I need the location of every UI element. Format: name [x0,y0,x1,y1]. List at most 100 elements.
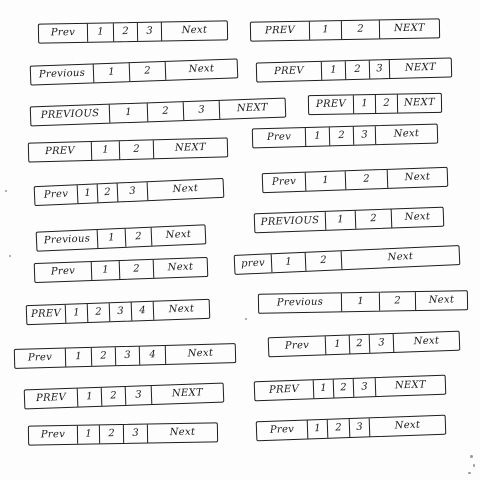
next-cell: Next [390,207,444,228]
next-cell: NEXT [378,19,440,39]
pagination-sketch: prev 1 2 Next [233,245,461,275]
next-cell: NEXT [374,375,446,397]
page-cell: 3 [136,22,162,41]
prev-cell: PREV [35,392,67,405]
next-cell: Next [150,225,206,246]
next-cell: Next [160,21,228,41]
prev-cell: PREV [315,98,347,111]
page-cell: 3 [114,346,140,366]
pagination-sketch: PREV 1 2 3 NEXT [253,374,447,402]
paper-speck [468,472,471,474]
prev-cell: PREV [30,307,62,321]
sketch-sheet: Prev 1 2 3 Next Previous 1 2 Next PREVIO… [0,0,480,480]
paper-speck [245,318,247,320]
prev-cell: Prev [271,176,297,188]
next-cell: NEXT [152,138,228,159]
prev-cell: Previous [38,67,86,81]
page-cell: 3 [352,378,376,397]
pagination-sketch: PREVIOUS 1 2 3 NEXT [29,97,287,127]
page-cell: 1 [86,23,114,42]
page-cell: 1 [76,387,102,407]
pagination-sketch: Prev 1 2 3 Next [267,330,461,358]
page-cell: 1 [324,210,356,230]
page-cell: 2 [344,169,388,190]
page-cell: 2 [378,292,416,311]
page-cell: 1 [90,141,120,160]
paper-speck [5,190,7,192]
page-cell: 1 [312,379,334,399]
prev-cell: PREV [268,383,300,396]
page-cell: 2 [354,209,392,229]
page-cell: 1 [76,425,100,444]
page-cell: 1 [270,252,306,273]
paper-speck [470,455,473,458]
pagination-sketch: Prev 1 2 3 Next [37,20,229,44]
page-cell: 3 [368,333,394,353]
prev-cell: Prev [284,339,310,352]
page-cell: 2 [100,386,126,406]
page-cell: 3 [352,126,376,145]
pagination-sketch: Prev 1 2 3 Next [255,414,447,442]
next-cell: Next [386,167,448,188]
next-cell: Next [414,291,468,311]
page-cell: 2 [340,20,380,40]
prev-cell: Prev [266,131,292,144]
next-cell: Next [164,344,236,364]
page-cell: 2 [332,378,354,398]
page-cell: 2 [90,347,116,366]
page-cell: 3 [122,424,148,443]
pagination-sketch: Prev 1 2 3 Next [251,123,439,149]
pagination-sketch: Prev 1 2 Next [33,256,209,284]
pagination-sketch: PREV 1 2 NEXT [27,137,229,163]
page-cell: 4 [138,345,166,365]
pagination-sketch: PREV 1 2 3 NEXT [255,57,453,83]
page-cell: 3 [116,182,148,202]
pagination-sketch: Prev 1 2 3 Next [27,422,219,446]
page-cell: 2 [128,61,166,82]
page-cell: 3 [108,302,132,322]
next-cell: Next [340,246,460,270]
pagination-sketch: Previous 1 2 Next [35,224,207,252]
page-cell: 3 [368,60,390,79]
page-cell: 1 [304,127,330,147]
page-cell: 2 [374,94,398,113]
next-cell: NEXT [388,58,452,79]
page-cell: 1 [64,347,92,367]
page-cell: 3 [182,100,220,121]
next-cell: NEXT [396,93,442,113]
page-cell: 2 [112,22,138,42]
page-cell: 1 [320,61,346,80]
page-cell: 1 [90,261,120,281]
next-cell: Next [374,124,438,145]
prev-cell: Prev [27,351,53,364]
page-cell: 2 [328,126,354,146]
page-cell: 2 [326,419,350,438]
page-cell: 2 [124,227,152,247]
page-cell: 1 [64,304,88,323]
pagination-sketch: Prev 1 2 Next [261,166,449,194]
pagination-sketch: PREV 1 2 NEXT [249,18,441,42]
next-cell: Next [392,331,460,352]
prev-cell: prev [240,257,266,270]
page-cell: 2 [96,183,118,203]
page-cell: 2 [344,60,370,80]
page-cell: 1 [96,228,126,249]
pagination-sketch: Prev 1 2 3 4 Next [13,343,237,369]
page-cell: 2 [146,102,184,122]
prev-cell: Previous [43,233,91,247]
page-cell: 1 [306,419,328,439]
prev-cell: Previous [276,296,324,309]
page-cell: 1 [352,95,376,114]
next-cell: Next [152,299,210,320]
page-cell: 1 [340,292,380,312]
page-cell: 2 [98,425,124,444]
prev-cell: Prev [50,265,76,278]
next-cell: Next [146,423,218,443]
page-cell: 2 [86,303,110,323]
next-cell: Next [368,415,446,437]
pagination-sketch: PREV 1 2 NEXT [307,92,443,116]
page-cell: 1 [304,171,346,191]
pagination-sketch: PREV 1 2 3 4 Next [25,298,211,326]
prev-cell: PREV [264,24,296,37]
prev-cell: Prev [50,27,76,39]
